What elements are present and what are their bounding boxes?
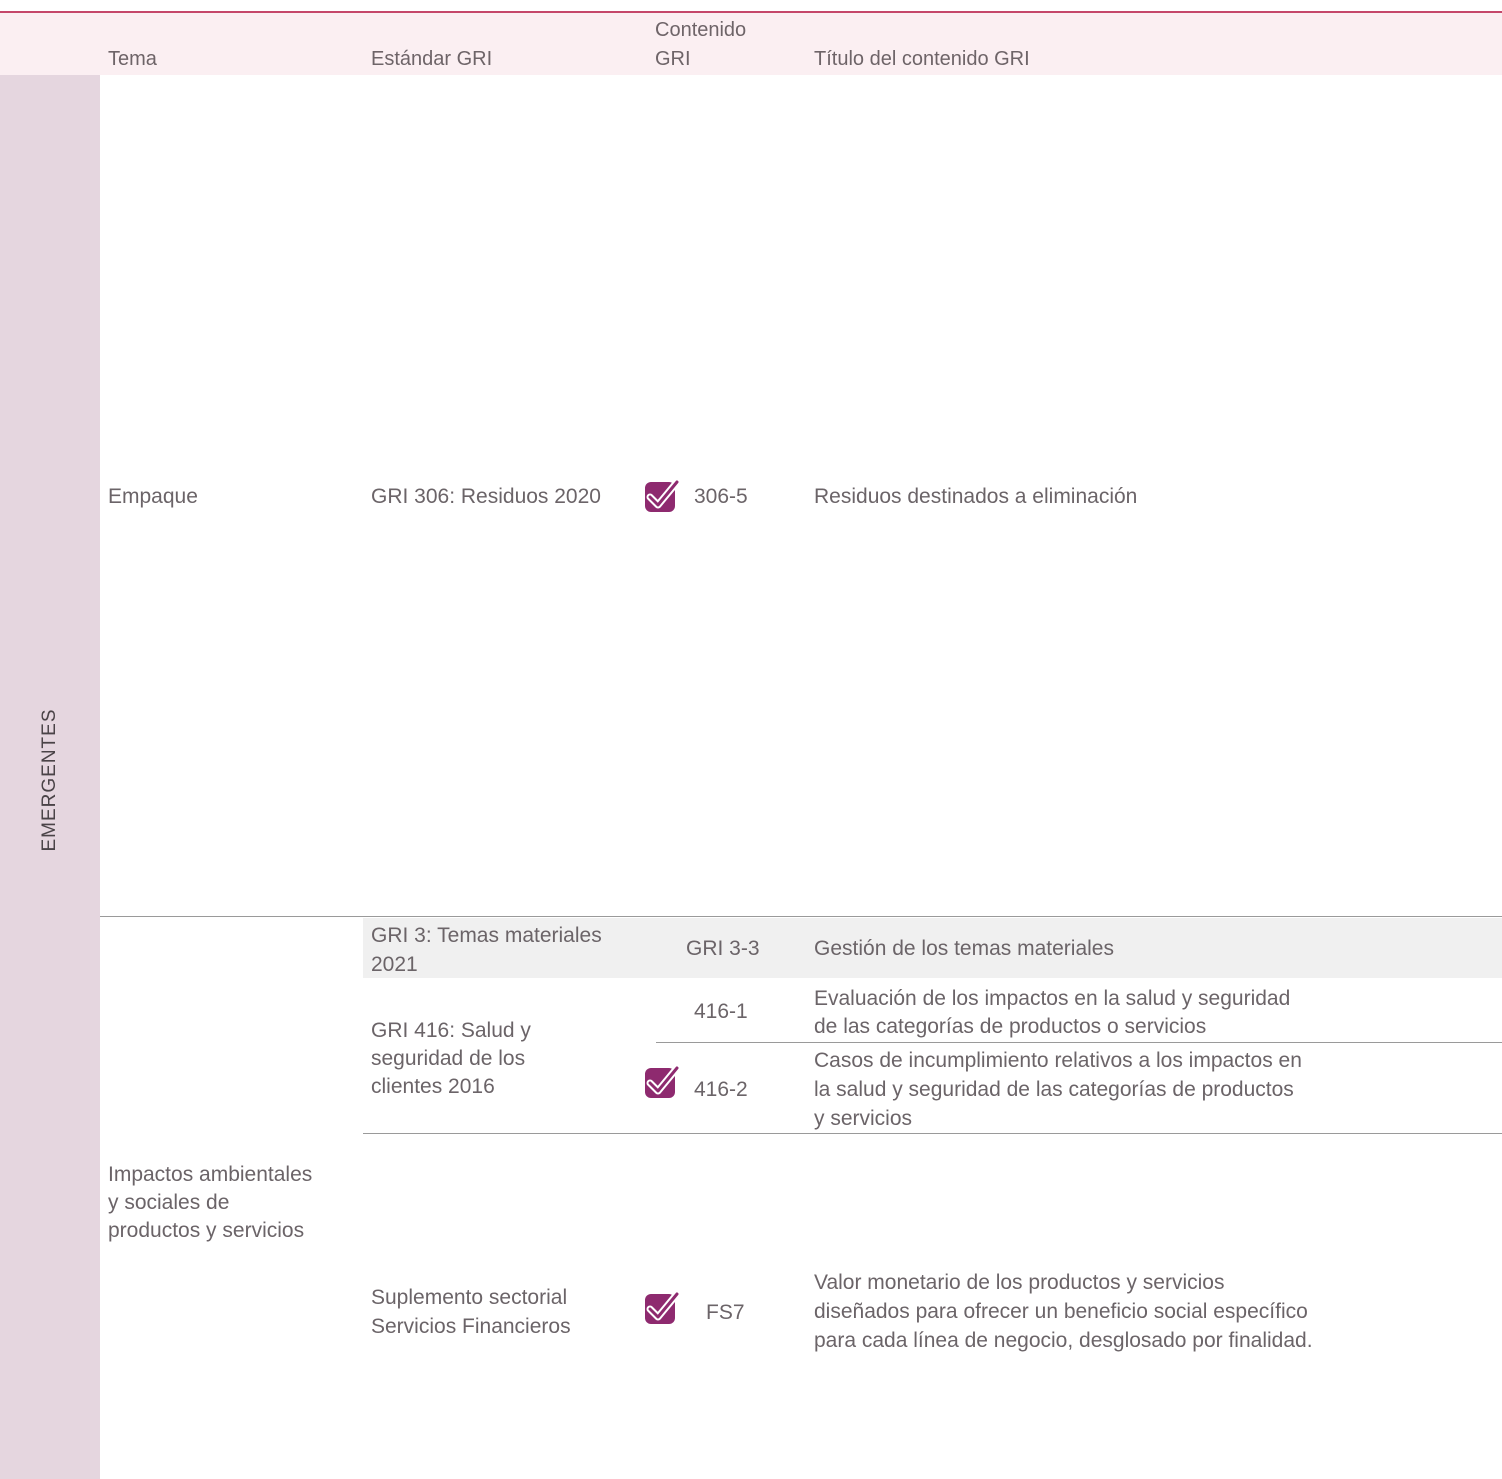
gri416-1-code: 416-1 [694, 1000, 748, 1023]
checkmark-badge-icon [645, 1064, 679, 1098]
gri416-estandar-line2: seguridad de los [371, 1047, 526, 1070]
header-contenido-line2: GRI [655, 48, 691, 70]
checkmark-badge-icon [645, 478, 679, 512]
impactos-tema-line2: y sociales de [108, 1191, 230, 1214]
empaque-tema: Empaque [108, 485, 198, 508]
header-tema: Tema [108, 48, 157, 70]
gri416-estandar-line3: clientes 2016 [371, 1075, 495, 1098]
gri416-2-title-line2: la salud y seguridad de las categorías d… [814, 1078, 1294, 1101]
gri3-estandar-line1: GRI 3: Temas materiales [371, 924, 602, 947]
table-header [0, 13, 1502, 75]
gri3-estandar-line2: 2021 [371, 953, 418, 976]
gri416-estandar-line1: GRI 416: Salud y [371, 1019, 531, 1042]
gri416-1-title-line2: de las categorías de productos o servici… [814, 1015, 1207, 1038]
category-label: EMERGENTES [39, 708, 60, 852]
gri416-1-title-line1: Evaluación de los impactos en la salud y… [814, 987, 1291, 1010]
header-titulo: Título del contenido GRI [814, 48, 1030, 70]
header-estandar: Estándar GRI [371, 48, 493, 70]
impactos-tema-line1: Impactos ambientales [108, 1163, 313, 1186]
section-divider [100, 916, 1502, 917]
checkmark-badge-icon [645, 1290, 679, 1324]
fs-estandar-line2: Servicios Financieros [371, 1315, 571, 1338]
empaque-title: Residuos destinados a eliminación [814, 485, 1138, 508]
fs-title-line3: para cada línea de negocio, desglosado p… [814, 1329, 1313, 1352]
fs-title-line1: Valor monetario de los productos y servi… [814, 1271, 1225, 1294]
fs-code: FS7 [706, 1301, 745, 1324]
gri416-2-title-line3: y servicios [814, 1107, 913, 1130]
empaque-estandar: GRI 306: Residuos 2020 [371, 485, 601, 508]
impactos-tema-line3: productos y servicios [108, 1219, 305, 1242]
gri3-code: GRI 3-3 [686, 937, 760, 960]
gri416-2-title-line1: Casos de incumplimiento relativos a los … [814, 1049, 1302, 1072]
row-divider-fs [363, 1133, 1502, 1134]
gri416-2-code: 416-2 [694, 1078, 748, 1101]
fs-estandar-line1: Suplemento sectorial [371, 1286, 568, 1309]
fs-title-line2: diseñados para ofrecer un beneficio soci… [814, 1300, 1308, 1323]
header-contenido-line1: Contenido [655, 19, 747, 41]
empaque-code: 306-5 [694, 485, 748, 508]
gri3-title: Gestión de los temas materiales [814, 937, 1114, 960]
row-divider-416 [656, 1042, 1502, 1043]
